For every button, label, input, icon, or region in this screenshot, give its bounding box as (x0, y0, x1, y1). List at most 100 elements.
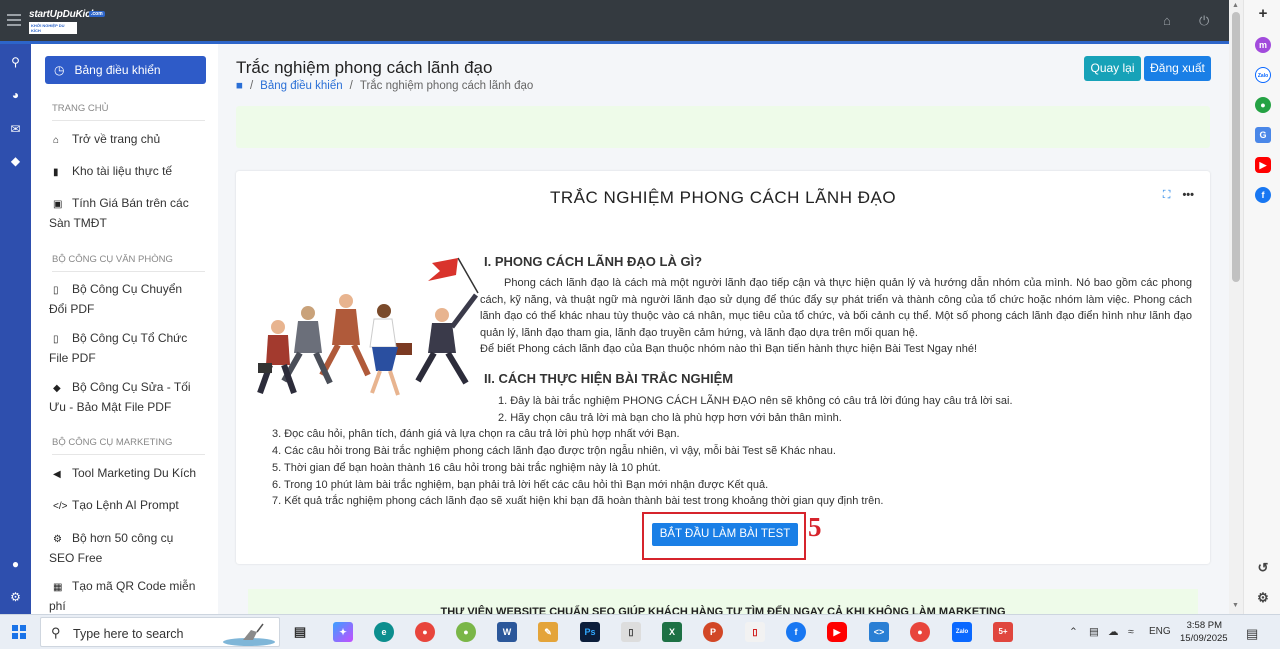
clock-date: 15/09/2025 (1180, 633, 1228, 644)
task-view-icon[interactable]: ▤ (290, 622, 310, 642)
instruction-step: 1. Đây là bài trắc nghiệm PHONG CÁCH LÃN… (498, 395, 1013, 407)
game-icon[interactable]: ● (1255, 97, 1271, 113)
leadership-illustration (257, 257, 479, 396)
card-title: TRẮC NGHIỆM PHONG CÁCH LÃNH ĐẠO (549, 188, 897, 207)
cart-icon: ▣ (53, 199, 63, 210)
sidebar-item-marketing-tool[interactable]: ◀ Tool Marketing Du Kích (49, 464, 209, 484)
copilot-icon[interactable]: ✦ (333, 622, 353, 642)
qrcode-icon: ▦ (53, 582, 63, 593)
logo-tagline: KHỞI NGHIỆP DU KÍCH (29, 22, 77, 34)
sidebar-item-price[interactable]: ▣ Tính Giá Bán trên các Sàn TMĐT (49, 194, 199, 232)
logout-button[interactable]: Đăng xuất (1144, 56, 1211, 81)
wifi-icon[interactable]: ≈ (1128, 626, 1134, 638)
section-heading-how: II. CÁCH THỰC HIỆN BÀI TRẮC NGHIỆM (484, 371, 734, 386)
cube-icon: ■ (236, 80, 243, 92)
cloud-icon[interactable]: ☁ (1108, 626, 1119, 638)
settings-icon[interactable]: ⚙ (0, 590, 31, 604)
history-icon[interactable]: ↺ (1255, 560, 1271, 576)
sidebar-item-seo-tools[interactable]: ⚙ Bộ hơn 50 công cụ SEO Free (49, 529, 199, 567)
search-highlight-image (223, 623, 275, 646)
instruction-step: 2. Hãy chọn câu trả lời mà bạn cho là ph… (498, 412, 842, 424)
seo-library-text: THƯ VIỆN WEBSITE CHUẨN SEO GIÚP KHÁCH HÀ… (440, 606, 1006, 614)
excel-icon[interactable]: X (662, 622, 682, 642)
zalo-icon[interactable]: Zalo (952, 622, 972, 642)
chrome-profile-icon[interactable]: ● (910, 622, 930, 642)
file-pdf-icon: ▯ (53, 334, 59, 345)
top-navbar: startUpDuKich .com KHỞI NGHIỆP DU KÍCH ⌂… (0, 0, 1229, 44)
section-heading-what: I. PHONG CÁCH LÃNH ĐẠO LÀ GÌ? (484, 254, 703, 269)
dashboard-icon[interactable]: ◕ (0, 88, 31, 102)
scroll-down-icon[interactable]: ▼ (1232, 602, 1239, 609)
sidebar-item-dashboard[interactable]: ◷ Bảng điều khiển (45, 56, 206, 84)
start-test-button[interactable]: BẮT ĐẦU LÀM BÀI TEST (652, 523, 798, 546)
sidebar-item-pdf-secure[interactable]: ◆ Bộ Công Cụ Sửa - Tối Ưu - Bảo Mật File … (49, 378, 199, 416)
breadcrumb-home-link[interactable]: Bảng điều khiển (260, 80, 342, 92)
search-icon: ⚲ (51, 625, 61, 640)
file-icon[interactable]: ▯ (621, 622, 641, 642)
word-icon[interactable]: W (497, 622, 517, 642)
sidebar-item-qr-code[interactable]: ▦ Tạo mã QR Code miễn phí (49, 577, 204, 614)
sidebar-item-pdf-organize[interactable]: ▯ Bộ Công Cụ Tổ Chức File PDF (49, 329, 199, 367)
scroll-thumb[interactable] (1232, 12, 1240, 282)
chevron-up-icon[interactable]: ⌃ (1069, 626, 1078, 638)
settings-icon[interactable]: ⚙ (1255, 590, 1271, 606)
chrome-icon[interactable]: ● (415, 622, 435, 642)
section-note: Để biết Phong cách lãnh đạo của Bạn thuộ… (480, 343, 978, 355)
notifications-icon[interactable]: ▤ (1246, 626, 1258, 642)
instruction-step: 3. Đọc câu hỏi, phân tích, đánh giá và l… (272, 428, 680, 440)
sidebar-item-docs[interactable]: ▮ Kho tài liệu thực tế (49, 162, 209, 182)
start-button-highlight: BẮT ĐẦU LÀM BÀI TEST (642, 512, 806, 560)
card-tools: ⛶ ••• (1163, 189, 1194, 202)
network-icon[interactable]: ▤ (1089, 626, 1099, 638)
language-indicator[interactable]: ENG (1149, 626, 1171, 637)
user-icon[interactable]: ● (0, 557, 31, 571)
app-icon[interactable]: ● (456, 622, 476, 642)
icon-sidebar: ⚲ ◕ ✉ ◆ ● ⚙ (0, 44, 31, 614)
paint-icon[interactable]: ✎ (538, 622, 558, 642)
powerpoint-icon[interactable]: P (703, 622, 723, 642)
power-icon[interactable]: ⏻ (1199, 13, 1209, 29)
messenger-icon[interactable]: m (1255, 37, 1271, 53)
home-icon[interactable]: ⌂ (1163, 13, 1171, 28)
pdf-icon[interactable]: ▯ (745, 622, 765, 642)
menu-toggle-icon[interactable] (7, 14, 21, 26)
instruction-step: 4. Các câu hỏi trong Bài trắc nghiệm pho… (272, 445, 836, 457)
search-icon[interactable]: ⚲ (0, 55, 31, 69)
gear-icon: ⚙ (53, 534, 62, 545)
scroll-up-icon[interactable]: ▲ (1232, 2, 1239, 9)
section-text-what: Phong cách lãnh đạo là cách mà một người… (480, 277, 1192, 340)
windows-start-icon[interactable] (12, 625, 26, 639)
notification-app-icon[interactable]: 5+ (993, 622, 1013, 642)
add-icon[interactable]: + (1255, 6, 1271, 22)
sidebar-menu: ◷ Bảng điều khiển TRANG CHỦ ⌂ Trở về tran… (31, 44, 218, 614)
youtube-icon[interactable]: ▶ (1255, 157, 1271, 173)
seo-library-panel: THƯ VIỆN WEBSITE CHUẨN SEO GIÚP KHÁCH HÀ… (248, 589, 1198, 614)
breadcrumb-current: Trắc nghiệm phong cách lãnh đạo (359, 80, 534, 92)
mail-icon[interactable]: ✉ (0, 122, 31, 136)
site-logo[interactable]: startUpDuKich .com KHỞI NGHIỆP DU KÍCH (29, 9, 105, 34)
notice-panel (236, 106, 1210, 148)
clock-time: 3:58 PM (1186, 620, 1222, 631)
more-options-icon[interactable]: ••• (1182, 189, 1194, 202)
expand-icon[interactable]: ⛶ (1163, 189, 1171, 202)
facebook-icon[interactable]: f (786, 622, 806, 642)
vscode-icon[interactable]: <> (869, 622, 889, 642)
sidebar-item-ai-prompt[interactable]: </> Tạo Lệnh AI Prompt (49, 496, 209, 516)
sidebar-item-pdf-convert[interactable]: ▯ Bộ Công Cụ Chuyển Đổi PDF (49, 280, 199, 318)
youtube-icon[interactable]: ▶ (827, 622, 847, 642)
zalo-icon[interactable]: Zalo (1255, 67, 1271, 83)
photoshop-icon[interactable]: Ps (580, 622, 600, 642)
translate-icon[interactable]: G (1255, 127, 1271, 143)
instruction-step: 6. Trong 10 phút làm bài trắc nghiệm, bạ… (272, 479, 769, 491)
system-clock[interactable]: 3:58 PM 15/09/2025 (1180, 619, 1228, 645)
sidebar-item-home[interactable]: ⌂ Trở về trang chủ (49, 130, 209, 150)
diamond-icon[interactable]: ◆ (0, 154, 31, 168)
facebook-icon[interactable]: f (1255, 187, 1271, 203)
back-button[interactable]: Quay lại (1084, 56, 1141, 81)
logo-badge: .com (89, 11, 105, 17)
edge-icon[interactable]: e (374, 622, 394, 642)
taskbar-search[interactable]: ⚲ Type here to search (40, 617, 280, 647)
page-title: Trắc nghiệm phong cách lãnh đạo (236, 58, 493, 77)
page-scrollbar[interactable]: ▲ ▼ (1229, 0, 1243, 614)
step-marker: 5 (808, 512, 822, 542)
